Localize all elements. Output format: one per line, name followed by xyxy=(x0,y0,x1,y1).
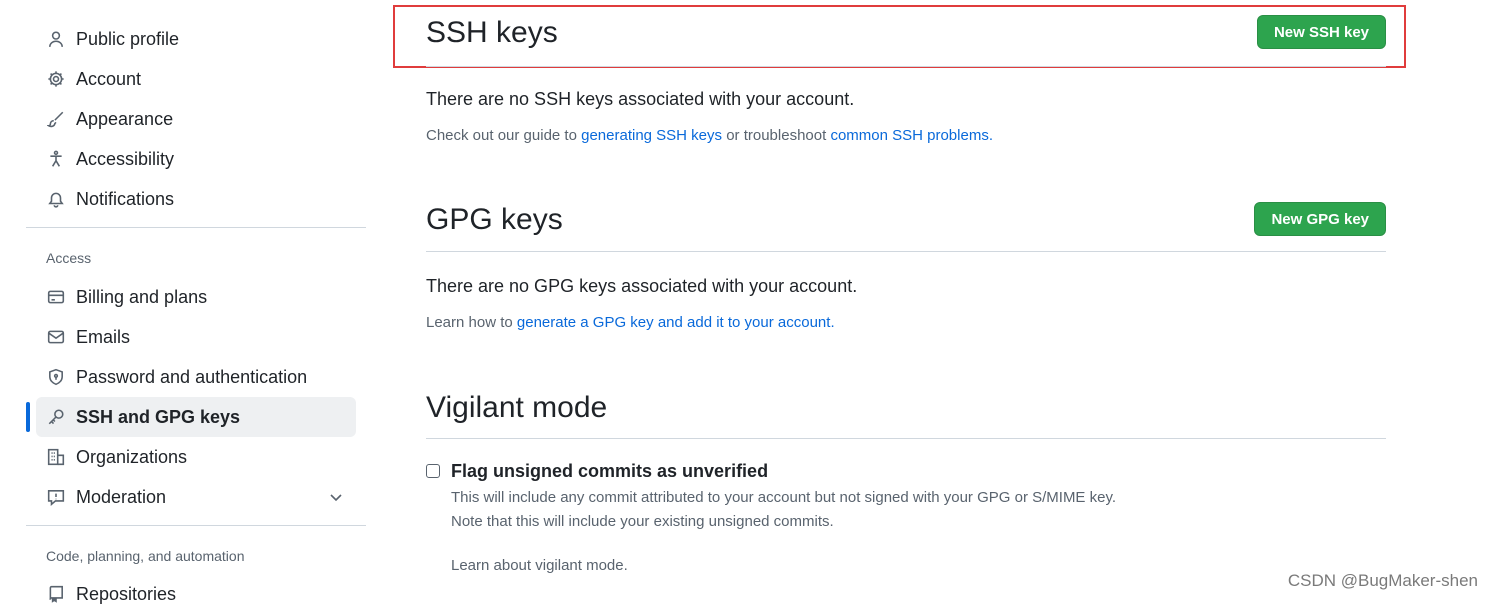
learn-vigilant-mode-link[interactable]: Learn about vigilant mode. xyxy=(451,557,628,574)
sidebar-item-label: Account xyxy=(76,68,142,89)
sidebar-item-label: Appearance xyxy=(76,108,174,129)
sidebar-item-label: Notifications xyxy=(76,188,175,209)
sidebar-item-public-profile[interactable]: Public profile xyxy=(36,19,356,59)
section-divider xyxy=(426,438,1386,439)
report-icon xyxy=(46,487,66,507)
gear-icon xyxy=(46,69,66,89)
sidebar-item-label: Organizations xyxy=(76,446,188,467)
sidebar-item-appearance[interactable]: Appearance xyxy=(36,99,356,139)
credit-card-icon xyxy=(46,287,66,307)
repo-icon xyxy=(46,584,66,604)
vigilant-note: This will include any commit attributed … xyxy=(451,489,1117,506)
gpg-keys-title: GPG keys xyxy=(426,203,563,236)
sidebar-item-billing[interactable]: Billing and plans xyxy=(36,277,356,317)
settings-sidebar: Public profile Account Appearance Access… xyxy=(26,0,366,604)
sidebar-item-emails[interactable]: Emails xyxy=(36,317,356,357)
accessibility-icon xyxy=(46,149,66,169)
paintbrush-icon xyxy=(46,109,66,129)
sidebar-item-label: Accessibility xyxy=(76,148,175,169)
sidebar-item-label: Emails xyxy=(76,326,131,347)
sidebar-group-heading: Access xyxy=(46,250,92,266)
sidebar-divider xyxy=(26,525,366,526)
sidebar-item-accessibility[interactable]: Accessibility xyxy=(36,139,356,179)
sidebar-item-label: Repositories xyxy=(76,583,177,604)
sidebar-item-moderation[interactable]: Moderation xyxy=(36,477,356,517)
ssh-guide-suffix: . xyxy=(988,127,993,144)
gpg-learn-prefix: Learn how to xyxy=(426,314,517,331)
sidebar-item-organizations[interactable]: Organizations xyxy=(36,437,356,477)
sidebar-item-account[interactable]: Account xyxy=(36,59,356,99)
sidebar-divider xyxy=(26,227,366,228)
mail-icon xyxy=(46,327,66,347)
gpg-empty-message: There are no GPG keys associated with yo… xyxy=(426,276,858,296)
watermark-text: CSDN @BugMaker-shen xyxy=(1287,571,1478,590)
generating-ssh-keys-link[interactable]: generating SSH keys xyxy=(581,127,722,144)
ssh-guide-middle: or troubleshoot xyxy=(722,127,831,144)
active-indicator xyxy=(26,402,30,432)
gpg-learn-suffix: . xyxy=(830,314,835,331)
sidebar-item-notifications[interactable]: Notifications xyxy=(36,179,356,219)
gpg-learn-text: Learn how to generate a GPG key and add … xyxy=(426,314,835,331)
shield-icon xyxy=(46,367,66,387)
ssh-keys-title: SSH keys xyxy=(426,16,558,49)
section-divider xyxy=(426,251,1386,252)
sidebar-item-label: SSH and GPG keys xyxy=(76,406,241,427)
organization-icon xyxy=(46,447,66,467)
vigilant-mode-title: Vigilant mode xyxy=(426,391,608,424)
key-icon xyxy=(46,407,66,427)
sidebar-item-label: Public profile xyxy=(76,28,180,49)
sidebar-item-ssh-gpg-keys[interactable]: SSH and GPG keys xyxy=(36,397,356,437)
vigilant-mode-checkbox-label[interactable]: Flag unsigned commits as unverified xyxy=(451,461,768,482)
sidebar-item-repositories[interactable]: Repositories xyxy=(36,574,356,614)
sidebar-item-label: Password and authentication xyxy=(76,366,308,387)
generate-gpg-key-link[interactable]: generate a GPG key and add it to your ac… xyxy=(517,314,831,331)
ssh-guide-text: Check out our guide to generating SSH ke… xyxy=(426,127,993,144)
section-divider xyxy=(426,66,1386,67)
sidebar-group-heading: Code, planning, and automation xyxy=(46,548,245,564)
new-ssh-key-button[interactable]: New SSH key xyxy=(1256,15,1386,49)
chevron-down-icon[interactable] xyxy=(328,489,344,505)
ssh-empty-message: There are no SSH keys associated with yo… xyxy=(426,89,855,109)
sidebar-item-password-authentication[interactable]: Password and authentication xyxy=(36,357,356,397)
common-ssh-problems-link[interactable]: common SSH problems xyxy=(830,127,988,144)
person-icon xyxy=(46,29,66,49)
vigilant-mode-checkbox[interactable] xyxy=(426,464,440,478)
new-gpg-key-button[interactable]: New GPG key xyxy=(1254,202,1386,236)
ssh-guide-prefix: Check out our guide to xyxy=(426,127,582,144)
bell-icon xyxy=(46,189,66,209)
sidebar-item-label: Billing and plans xyxy=(76,286,208,307)
vigilant-note: Note that this will include your existin… xyxy=(451,513,834,530)
sidebar-item-label: Moderation xyxy=(76,486,167,507)
